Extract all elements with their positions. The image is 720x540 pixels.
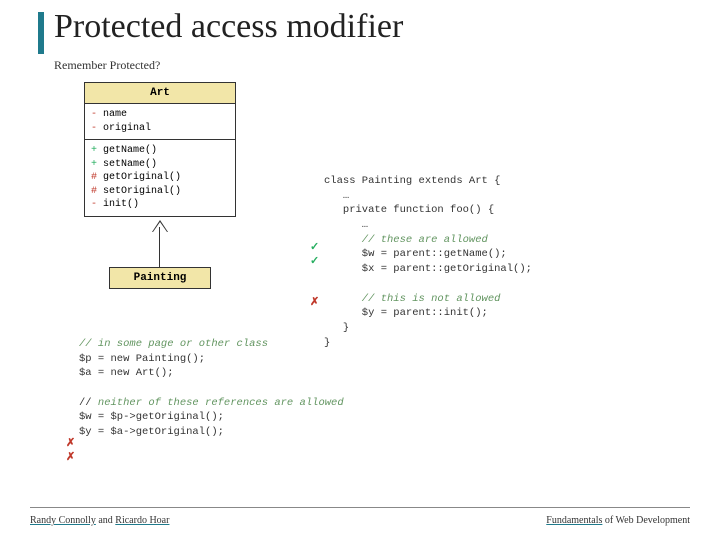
uml-op: setOriginal()	[103, 186, 181, 197]
vis-private-icon: -	[91, 198, 103, 212]
slide-title: Protected access modifier	[54, 8, 403, 46]
code-line: $y = parent::init();	[324, 307, 488, 319]
vis-protected-icon: #	[91, 185, 103, 199]
book-title-part: Fundamentals	[546, 515, 602, 526]
check-icon: ✓	[310, 254, 319, 267]
check-icon: ✓	[310, 240, 319, 253]
uml-attr: name	[103, 109, 127, 120]
content-area: Art -name -original +getName() +setName(…	[54, 82, 674, 482]
slide-subtitle: Remember Protected?	[54, 58, 160, 73]
code-line: $a = new Art();	[79, 367, 174, 379]
code-line: $w = $p->getOriginal();	[79, 411, 224, 423]
code-line: …	[324, 190, 349, 202]
code-comment: // these are allowed	[324, 234, 488, 246]
uml-op: getOriginal()	[103, 172, 181, 183]
uml-art-ops: +getName() +setName() #getOriginal() #se…	[85, 140, 235, 216]
footer-book: Fundamentals of Web Development	[546, 515, 690, 526]
vis-public-icon: +	[91, 158, 103, 172]
accent-bar	[38, 12, 44, 54]
uml-attr: original	[103, 123, 151, 134]
author-name: Ricardo Hoar	[115, 515, 169, 526]
inheritance-arrow-fill	[153, 222, 167, 232]
code-line: $y = $a->getOriginal();	[79, 426, 224, 438]
cross-icon: ✗	[66, 436, 75, 449]
vis-public-icon: +	[91, 144, 103, 158]
cross-icon: ✗	[310, 295, 319, 308]
footer-divider	[30, 507, 690, 508]
code-class-painting: class Painting extends Art { … private f…	[324, 174, 532, 350]
code-external-usage: // in some page or other class $p = new …	[79, 337, 344, 440]
inheritance-line	[159, 227, 160, 267]
uml-op: init()	[103, 199, 139, 210]
code-comment: // in some page or other class	[79, 338, 268, 350]
uml-class-painting: Painting	[109, 267, 211, 289]
code-line: $w = parent::getName();	[324, 248, 507, 260]
uml-op: setName()	[103, 159, 157, 170]
code-line: $x = parent::getOriginal();	[324, 263, 532, 275]
book-title-part: of Web Development	[602, 515, 690, 526]
uml-class-art: Art -name -original +getName() +setName(…	[84, 82, 236, 217]
author-name: Randy Connolly	[30, 515, 96, 526]
code-line: …	[324, 219, 368, 231]
vis-private-icon: -	[91, 122, 103, 136]
vis-protected-icon: #	[91, 171, 103, 185]
code-comment: // this is not allowed	[324, 293, 500, 305]
uml-art-attrs: -name -original	[85, 104, 235, 140]
uml-art-header: Art	[85, 83, 235, 104]
code-line: $p = new Painting();	[79, 353, 205, 365]
footer-authors: Randy Connolly and Ricardo Hoar	[30, 515, 169, 526]
footer-text: and	[96, 515, 115, 526]
vis-private-icon: -	[91, 108, 103, 122]
code-line: }	[324, 322, 349, 334]
code-line: // neither of these references are allow…	[79, 397, 344, 409]
code-line: class Painting extends Art {	[324, 175, 500, 187]
code-line: private function foo() {	[324, 204, 494, 216]
cross-icon: ✗	[66, 450, 75, 463]
uml-op: getName()	[103, 145, 157, 156]
